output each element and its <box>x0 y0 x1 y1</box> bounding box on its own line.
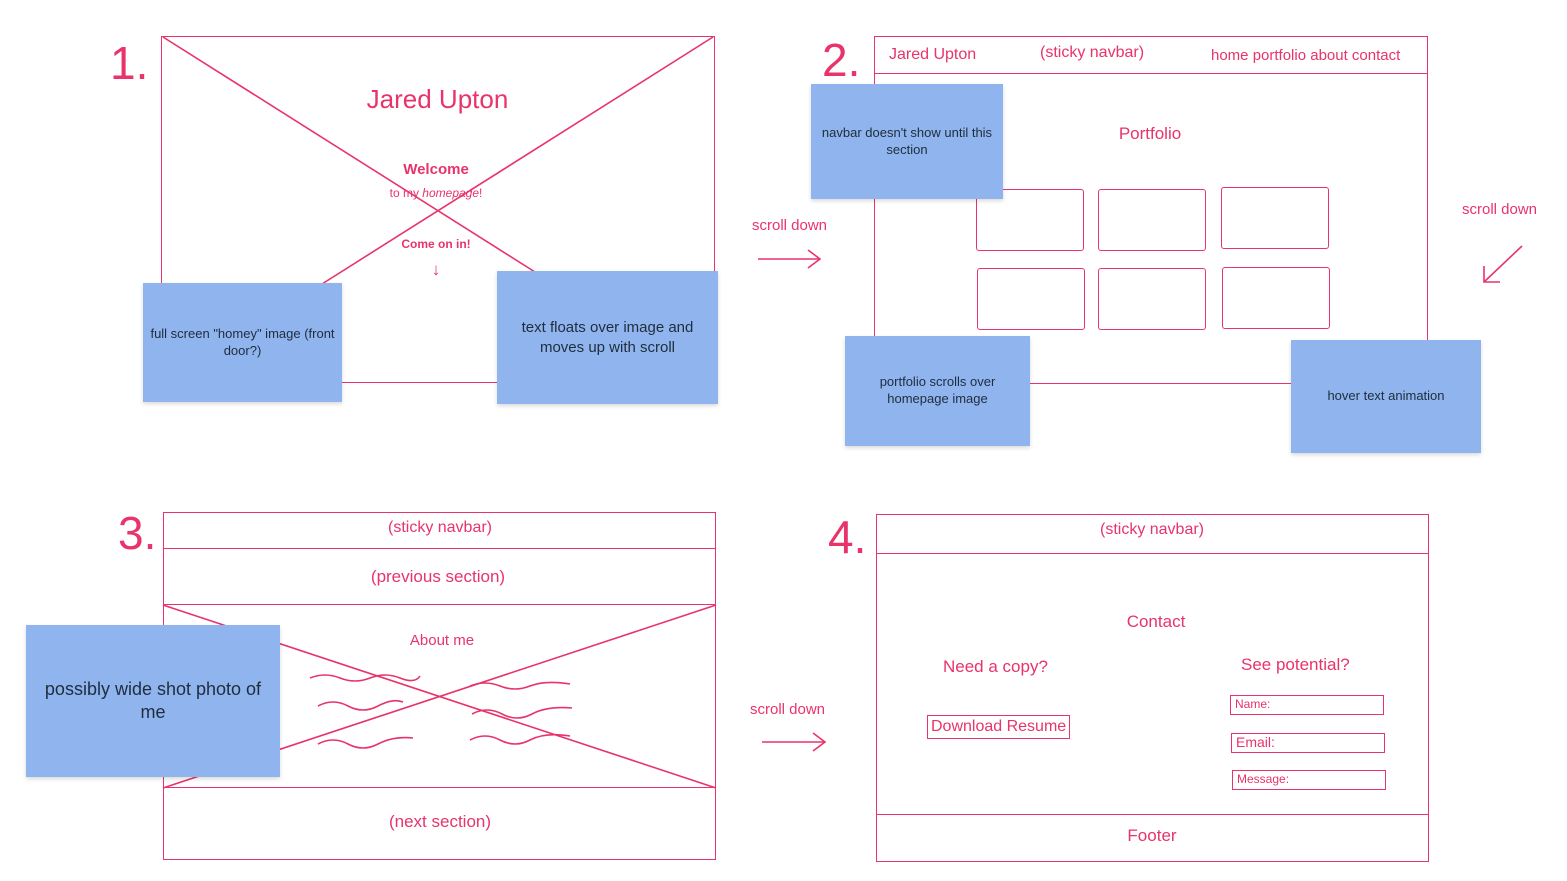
frame3-previous-divider <box>163 604 716 605</box>
scroll-arrow-2-shaft <box>1483 245 1523 283</box>
frame3-about-title: About me <box>409 632 475 649</box>
scroll-arrow-1-head <box>807 249 822 269</box>
name-field[interactable]: Name: <box>1230 695 1384 715</box>
frame4-footer-divider <box>876 814 1429 815</box>
frame4-contact-title: Contact <box>1126 612 1186 631</box>
sticky-note-navbar-hidden: navbar doesn't show until this section <box>811 84 1003 199</box>
portfolio-tile <box>1098 268 1206 330</box>
message-field[interactable]: Message: <box>1232 770 1386 790</box>
frame4-footer: Footer <box>1127 826 1177 845</box>
sticky-note-homey-image: full screen "homey" image (front door?) <box>143 283 342 402</box>
download-resume-button[interactable]: Download Resume <box>927 715 1071 739</box>
frame3-navbar-divider <box>163 548 716 549</box>
frame3-nav-sticky: (sticky navbar) <box>387 519 493 536</box>
frame2-navbar-divider <box>874 73 1428 74</box>
frame2-nav-sticky: (sticky navbar) <box>1040 44 1145 61</box>
frame1-name-heading: Jared Upton <box>366 84 509 114</box>
frame4-nav-sticky: (sticky navbar) <box>1099 521 1205 538</box>
frame2-portfolio-title: Portfolio <box>1118 124 1182 143</box>
sticky-note-wide-shot: possibly wide shot photo of me <box>26 625 280 777</box>
step-number-1: 1. <box>110 37 149 89</box>
step-number-3: 3. <box>118 507 157 559</box>
portfolio-tile <box>1222 267 1330 329</box>
sticky-note-text-floats: text floats over image and moves up with… <box>497 271 718 404</box>
portfolio-tile <box>1098 189 1206 251</box>
frame4-navbar-divider <box>876 553 1429 554</box>
frame1-to-my-homepage: to my homepage! <box>389 186 483 200</box>
sticky-note-portfolio-scrolls: portfolio scrolls over homepage image <box>845 336 1030 446</box>
frame2-nav-links: home portfolio about contact <box>1211 47 1401 64</box>
scroll-down-label-3: scroll down <box>750 701 826 718</box>
scroll-down-label-1: scroll down <box>752 217 828 234</box>
frame4-need-copy: Need a copy? <box>943 657 1048 676</box>
scroll-arrow-2-head <box>1483 266 1500 283</box>
scroll-arrow-3-head <box>812 732 827 752</box>
scroll-down-label-2: scroll down <box>1462 201 1538 218</box>
email-field[interactable]: Email: <box>1231 733 1385 753</box>
frame1-come-on-in: Come on in! <box>401 237 471 251</box>
frame1-welcome: Welcome <box>403 161 469 178</box>
sticky-note-hover-animation: hover text animation <box>1291 340 1481 453</box>
frame2-nav-name: Jared Upton <box>889 46 977 63</box>
frame3-next-section: (next section) <box>388 812 492 831</box>
step-number-2: 2. <box>822 34 861 86</box>
step-number-4: 4. <box>828 511 867 563</box>
frame4-contact-wireframe <box>876 514 1429 862</box>
portfolio-tile <box>1221 187 1329 249</box>
frame3-previous-section: (previous section) <box>370 567 506 586</box>
frame3-next-divider <box>163 787 716 788</box>
portfolio-tile <box>977 268 1085 330</box>
frame4-see-potential: See potential? <box>1241 655 1350 674</box>
